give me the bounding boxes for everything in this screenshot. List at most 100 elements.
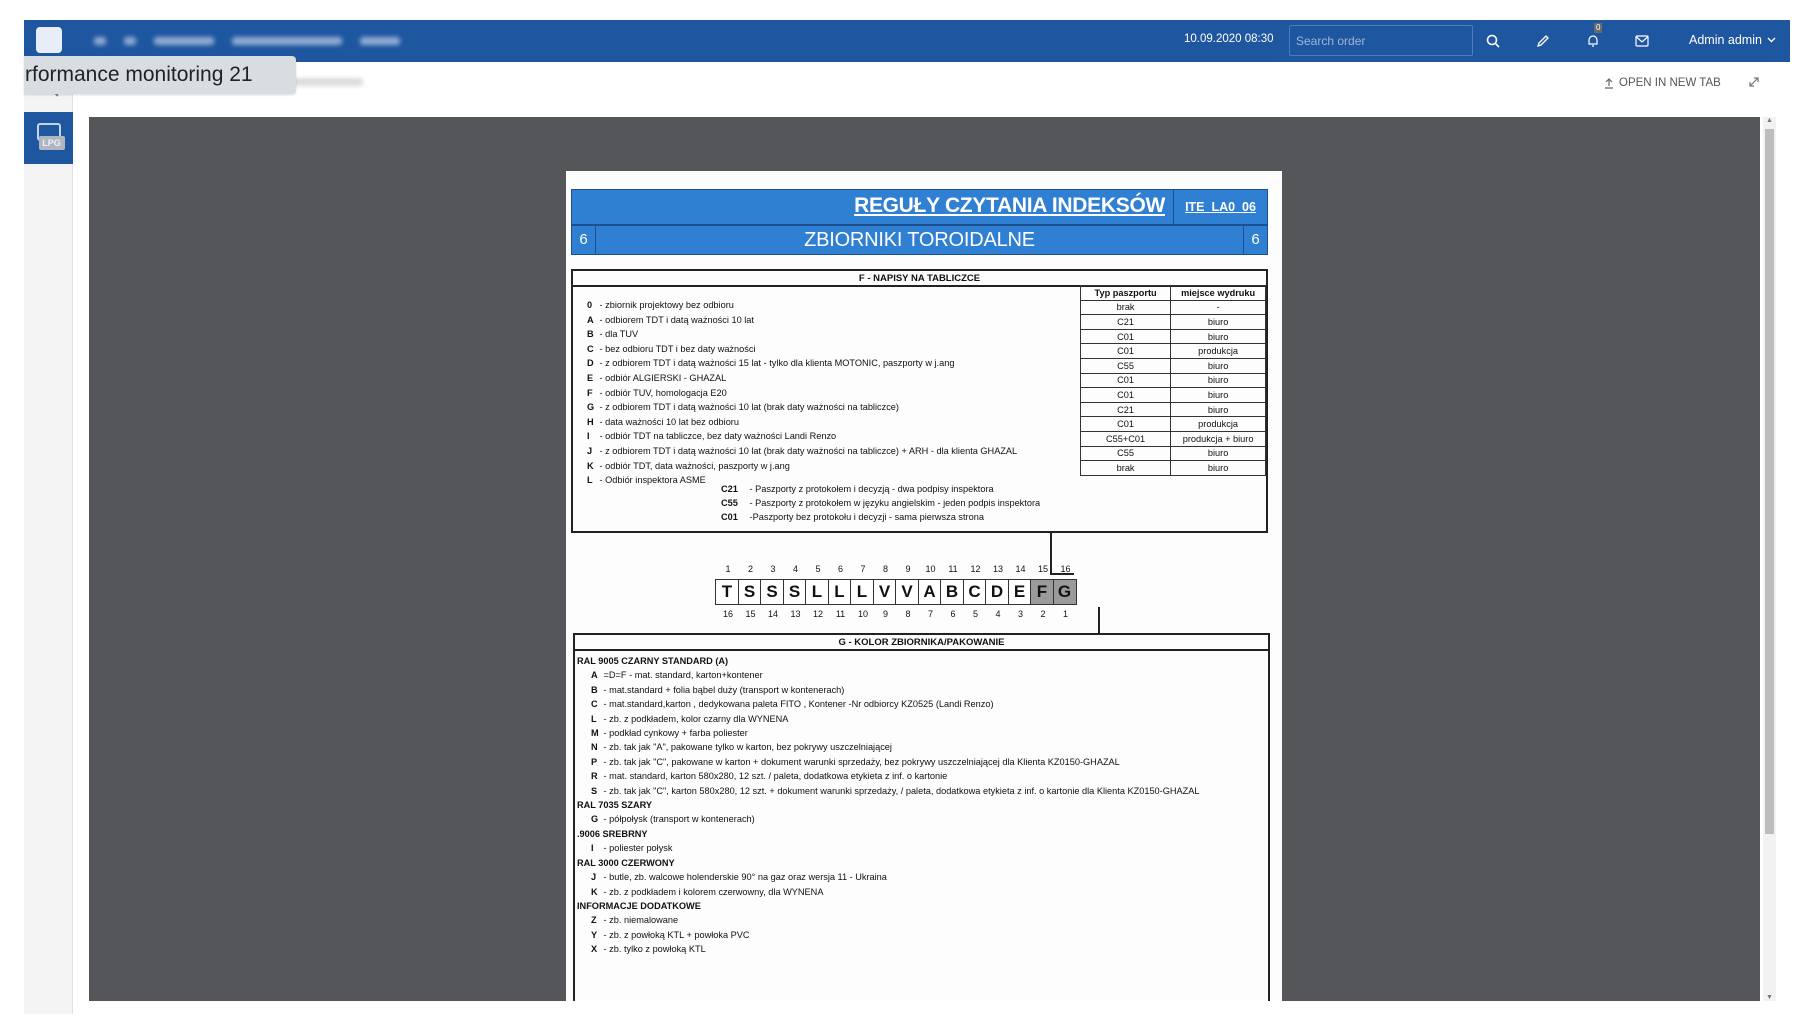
table-row: C55 biuro xyxy=(1079,357,1266,374)
table-row: C01 biuro xyxy=(1079,328,1266,345)
section-g-list: RAL 9005 CZARNY STANDARD (A) A =D=F - mat… xyxy=(577,654,1200,957)
open-in-new-tab-button[interactable]: OPEN IN NEW TAB xyxy=(1604,77,1721,89)
passport-note-text: -Paszporty bez protokołu i decyzji - sam… xyxy=(747,512,984,522)
document-panel: ‹ CLOSE DOCUMENT OPEN IN NEW TAB REGUŁY … xyxy=(73,62,1790,1014)
connector-line xyxy=(1098,607,1100,633)
home-icon[interactable] xyxy=(124,37,136,45)
print-location-cell: biuro xyxy=(1170,372,1266,389)
index-position-top: 11 xyxy=(948,564,958,574)
index-position-bottom: 10 xyxy=(857,609,868,619)
color-group-title: .9006 SREBRNY xyxy=(577,828,648,839)
color-option-item: I - poliester połysk xyxy=(577,841,1200,855)
index-code-cell: A 10 7 xyxy=(917,564,942,619)
search-order-input[interactable] xyxy=(1289,25,1473,56)
menu-icon[interactable] xyxy=(94,37,106,45)
index-position-top: 13 xyxy=(992,564,1003,574)
collapse-button[interactable] xyxy=(1748,75,1760,93)
section-f: F - NAPISY NA TABLICZCE 0 - zbiornik pro… xyxy=(571,269,1268,533)
print-location-cell: biuro xyxy=(1170,387,1266,403)
passport-note-text: - Paszporty z protokołem i decyzją - dwa… xyxy=(747,484,994,494)
color-option-item: P - zb. tak jak "C", pakowane w karton +… xyxy=(577,755,1200,769)
index-position-top: 3 xyxy=(770,564,776,574)
index-code-cell: B 11 6 xyxy=(940,564,964,619)
index-code-row: T 1 16 S 2 15 S 3 14 S 4 13 L 5 12 L 6 11 L 7 10 V 8 9 V 9 8 A 10 7 B 1… xyxy=(715,564,1077,619)
legend-key: I xyxy=(587,431,590,442)
passport-type-cell: C01 xyxy=(1079,343,1172,359)
print-location-cell: biuro xyxy=(1170,445,1266,462)
scroll-up-arrow-icon[interactable]: ▲ xyxy=(1764,117,1775,124)
print-location-cell: biuro xyxy=(1170,460,1266,476)
index-position-top: 9 xyxy=(905,564,911,574)
chevron-down-icon xyxy=(1767,37,1776,43)
table-row: brak - xyxy=(1079,299,1266,316)
breadcrumb-item[interactable] xyxy=(232,37,342,45)
legend-text: - odbiór TUV, homologacja E20 xyxy=(597,387,727,398)
user-menu[interactable]: Admin admin xyxy=(1689,33,1776,47)
table-row: C01 produkcja xyxy=(1079,416,1266,432)
breadcrumb-item[interactable] xyxy=(360,37,400,45)
legend-key: K xyxy=(587,460,594,471)
legend-item: E - odbiór ALGIERSKI - GHAZAL xyxy=(587,371,1017,386)
search-icon xyxy=(1486,34,1500,48)
passport-note-key: C21 xyxy=(721,484,738,494)
scrollbar-thumb[interactable] xyxy=(1765,129,1774,834)
passport-table-header: Typ paszportu miejsce wydruku xyxy=(1079,285,1266,301)
legend-item: D - z odbiorem TDT i datą ważności 15 la… xyxy=(587,356,1017,371)
print-location-cell: produkcja xyxy=(1170,416,1266,432)
search-button[interactable] xyxy=(1481,29,1505,53)
index-position-bottom: 9 xyxy=(882,609,888,619)
color-option-key: R xyxy=(591,771,598,782)
color-group-title: INFORMACJE DODATKOWE xyxy=(577,900,701,911)
legend-key: L xyxy=(587,475,593,486)
passport-type-cell: C01 xyxy=(1079,328,1172,345)
color-option-key: B xyxy=(591,684,598,695)
color-option-key: J xyxy=(591,872,597,883)
breadcrumb-item[interactable] xyxy=(154,37,214,45)
index-position-top: 16 xyxy=(1060,564,1071,574)
print-location-cell: produkcja xyxy=(1170,343,1266,359)
legend-key: C xyxy=(587,343,594,354)
index-code-cell: G 16 1 xyxy=(1052,564,1077,619)
lpg-device-icon: LPG xyxy=(35,122,65,154)
pdf-viewer[interactable]: REGUŁY CZYTANIA INDEKSÓW ITE_LA0_06 6 ZB… xyxy=(89,117,1760,1001)
table-row: C55 biuro xyxy=(1079,445,1266,462)
index-position-bottom: 8 xyxy=(905,609,911,619)
user-name: Admin admin xyxy=(1689,33,1762,47)
legend-key: A xyxy=(587,314,594,325)
color-option-item: K - zb. z podkładem i kolorem czerwowny,… xyxy=(577,885,1200,899)
index-code-letter: L xyxy=(834,582,845,601)
messages-button[interactable] xyxy=(1630,29,1654,53)
index-code-cell: V 8 9 xyxy=(872,564,897,619)
table-row: C01 biuro xyxy=(1079,372,1266,389)
viewer-scrollbar[interactable]: ▲ ▼ xyxy=(1763,117,1776,1001)
index-position-bottom: 12 xyxy=(812,609,823,619)
print-location-cell: biuro xyxy=(1170,401,1266,418)
legend-text: - odbiorem TDT i datą ważności 10 lat xyxy=(597,314,754,325)
passport-note: C21 - Paszporty z protokołem i decyzją -… xyxy=(721,482,1040,496)
index-code-letter: T xyxy=(721,582,733,601)
color-group-title: RAL 3000 CZERWONY xyxy=(577,857,675,868)
notification-count-badge: 0 xyxy=(1594,23,1603,33)
scroll-down-arrow-icon[interactable]: ▼ xyxy=(1764,994,1775,1001)
passport-type-cell: brak xyxy=(1079,460,1172,476)
print-location-cell: biuro xyxy=(1170,357,1266,374)
document-title: REGUŁY CZYTANIA INDEKSÓW xyxy=(854,194,1165,217)
index-code-letter: C xyxy=(968,582,981,601)
legend-text: - odbiór TDT na tabliczce, bez daty ważn… xyxy=(597,431,837,442)
color-option-key: Z xyxy=(591,915,597,926)
rail-item-lpg[interactable]: LPG xyxy=(24,112,73,164)
legend-key: J xyxy=(587,445,593,456)
passport-type-cell: C55 xyxy=(1079,357,1172,374)
legend-text: - bez odbioru TDT i bez daty ważności xyxy=(597,343,756,354)
collapse-arrows-icon xyxy=(1749,77,1759,87)
legend-item: J - z odbiorem TDT i datą ważności 10 la… xyxy=(587,444,1017,459)
app-logo-icon[interactable] xyxy=(36,27,62,53)
notifications-button[interactable]: 0 xyxy=(1581,23,1605,53)
passport-type-cell: C55 xyxy=(1079,445,1172,462)
color-option-key: P xyxy=(591,756,598,767)
legend-text: - z odbiorem TDT i datą ważności 10 lat … xyxy=(597,402,899,413)
edit-button[interactable] xyxy=(1531,29,1555,53)
index-position-bottom: 5 xyxy=(972,609,978,619)
index-position-bottom: 11 xyxy=(835,609,846,619)
legend-text: - dla TUV xyxy=(597,329,639,340)
